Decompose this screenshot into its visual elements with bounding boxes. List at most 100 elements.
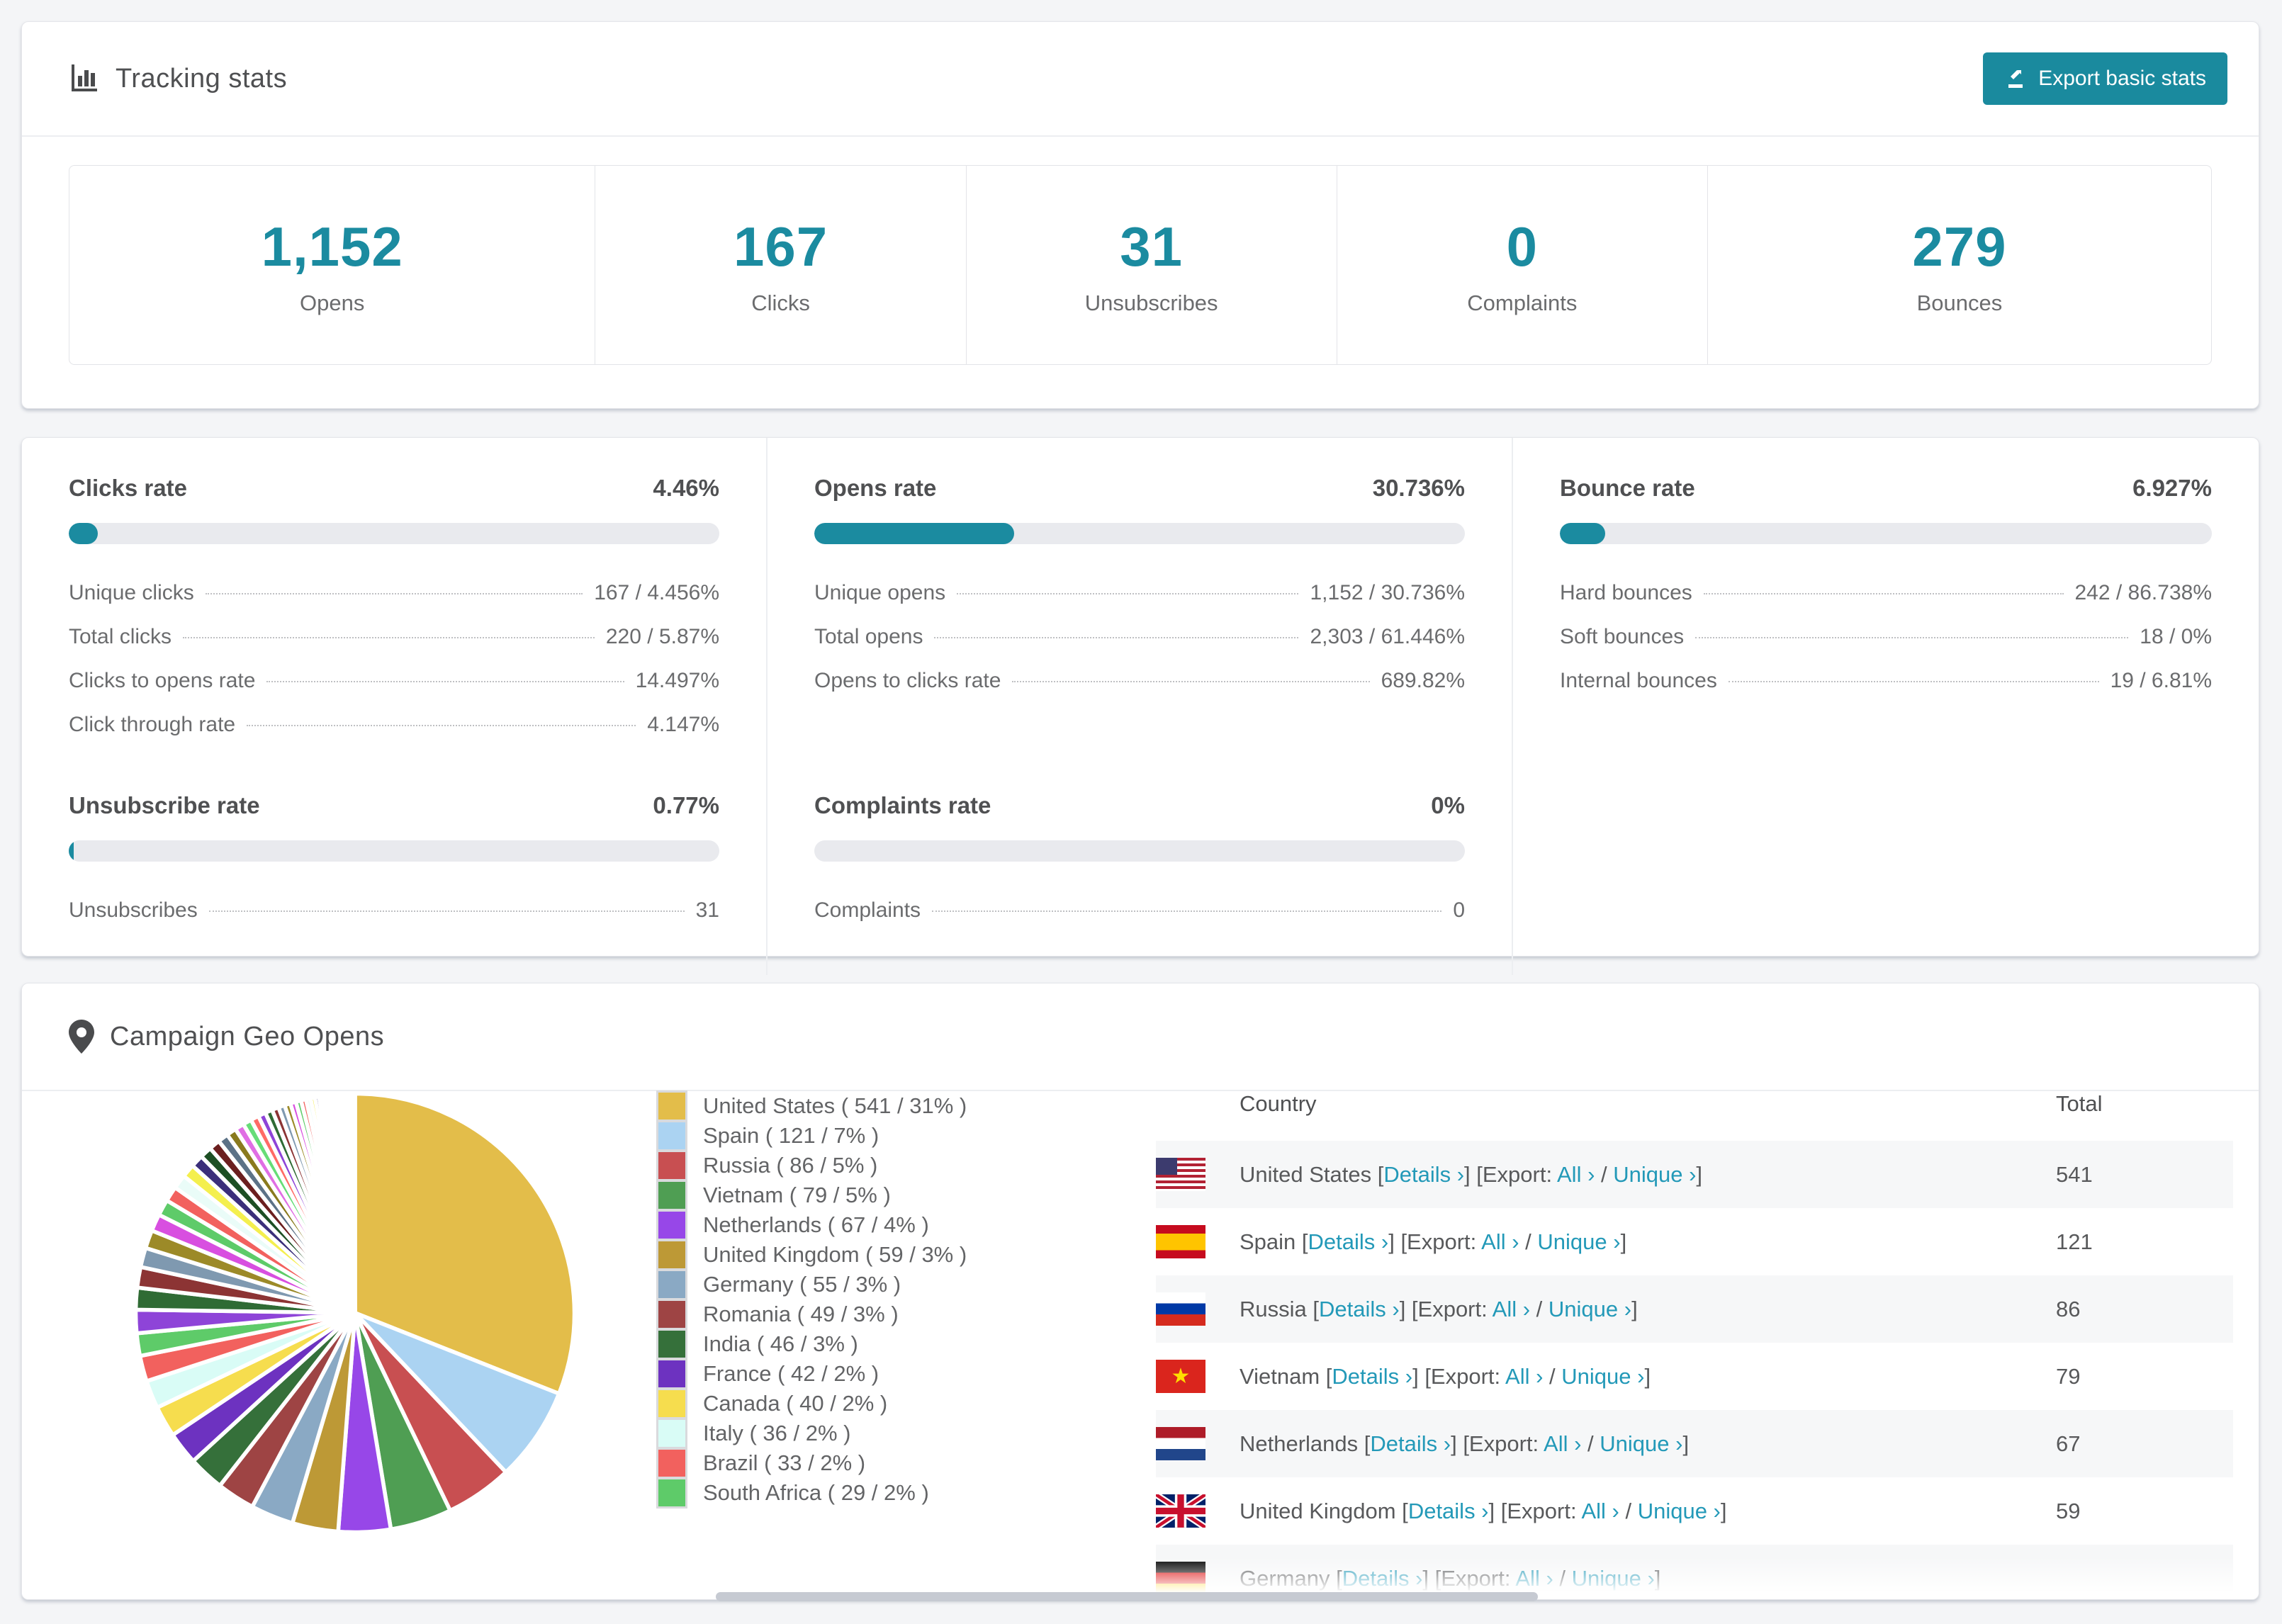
rates-card: Clicks rate 4.46% Unique clicks 167 / 4.456… bbox=[21, 437, 2259, 975]
bracket-text: ] [Export: bbox=[1399, 1296, 1493, 1321]
export-all-link[interactable]: All › bbox=[1481, 1229, 1519, 1254]
slash-text: / bbox=[1595, 1161, 1614, 1187]
bracket-text: ] bbox=[1682, 1431, 1690, 1456]
dotted-leader bbox=[932, 910, 1442, 912]
export-unique-link[interactable]: Unique › bbox=[1613, 1162, 1696, 1187]
legend-label: Vietnam ( 79 / 5% ) bbox=[703, 1183, 891, 1207]
pie-legend: United States ( 541 / 31% ) Spain ( 121 /… bbox=[656, 1090, 967, 1509]
spain-flag-icon bbox=[1156, 1225, 1205, 1258]
summary-stat-unsubscribes: 31 Unsubscribes bbox=[967, 166, 1337, 364]
stat-row-label: Click through rate bbox=[69, 713, 236, 736]
geo-table-row-nl: Netherlands [Details ›] [Export: All › /… bbox=[1156, 1410, 2233, 1477]
stat-row-label: Total clicks bbox=[69, 625, 172, 648]
stat-row-value: 220 / 5.87% bbox=[605, 625, 719, 648]
export-basic-stats-button[interactable]: Export basic stats bbox=[1983, 52, 2227, 105]
details-link[interactable]: Details › bbox=[1319, 1297, 1400, 1321]
stat-row-value: 0 bbox=[1453, 898, 1465, 922]
legend-item: Romania ( 49 / 3% ) bbox=[656, 1299, 967, 1330]
rate-section-clicks-rate: Clicks rate 4.46% Unique clicks 167 / 4.456… bbox=[22, 438, 768, 747]
geo-table-row-es: Spain [Details ›] [Export: All › / Uniqu… bbox=[1156, 1208, 2233, 1275]
export-unique-link[interactable]: Unique › bbox=[1537, 1229, 1620, 1254]
export-all-link[interactable]: All › bbox=[1581, 1499, 1619, 1523]
stat-row-label: Total opens bbox=[814, 625, 923, 648]
slash-text: / bbox=[1581, 1431, 1600, 1456]
rate-title: Opens rate bbox=[814, 475, 937, 501]
geo-title: Campaign Geo Opens bbox=[110, 1021, 385, 1051]
geo-table: Country Total United States [Details ›] … bbox=[1156, 1067, 2233, 1599]
slash-text: / bbox=[1530, 1296, 1548, 1321]
summary-stats-row: 1,152 Opens 167 Clicks 31 Unsubscribes 0 Compla… bbox=[69, 165, 2212, 365]
legend-label: France ( 42 / 2% ) bbox=[703, 1361, 879, 1386]
export-unique-link[interactable]: Unique › bbox=[1572, 1566, 1655, 1591]
progress-bar bbox=[1560, 523, 2212, 544]
map-pin-icon bbox=[69, 1020, 94, 1054]
legend-item: United States ( 541 / 31% ) bbox=[656, 1090, 967, 1122]
legend-label: Russia ( 86 / 5% ) bbox=[703, 1153, 878, 1178]
export-unique-link[interactable]: Unique › bbox=[1638, 1499, 1721, 1523]
rate-title: Bounce rate bbox=[1560, 475, 1695, 501]
export-all-link[interactable]: All › bbox=[1515, 1566, 1553, 1591]
export-all-link[interactable]: All › bbox=[1493, 1297, 1530, 1321]
legend-label: Brazil ( 33 / 2% ) bbox=[703, 1450, 866, 1475]
legend-item: India ( 46 / 3% ) bbox=[656, 1329, 967, 1360]
export-unique-link[interactable]: Unique › bbox=[1600, 1431, 1682, 1456]
dotted-leader bbox=[1703, 593, 2064, 594]
country-cell: Russia [Details ›] [Export: All › / Uniq… bbox=[1240, 1297, 2056, 1322]
legend-swatch bbox=[656, 1209, 687, 1241]
stat-row: Internal bounces 19 / 6.81% bbox=[1560, 659, 2212, 703]
total-cell: 541 bbox=[2056, 1161, 2093, 1187]
bracket-text: ] bbox=[1644, 1363, 1651, 1389]
geo-table-row-us: United States [Details ›] [Export: All ›… bbox=[1156, 1141, 2233, 1208]
stat-row: Unique opens 1,152 / 30.736% bbox=[814, 571, 1465, 615]
export-all-link[interactable]: All › bbox=[1557, 1162, 1595, 1187]
export-all-link[interactable]: All › bbox=[1544, 1431, 1581, 1456]
legend-label: Italy ( 36 / 2% ) bbox=[703, 1421, 851, 1445]
stat-label: Unsubscribes bbox=[1084, 290, 1218, 315]
stat-label: Complaints bbox=[1467, 290, 1578, 315]
stat-row-label: Clicks to opens rate bbox=[69, 669, 256, 692]
page-title: Tracking stats bbox=[116, 63, 288, 94]
details-link[interactable]: Details › bbox=[1408, 1499, 1489, 1523]
slash-text: / bbox=[1553, 1565, 1572, 1591]
legend-item: Italy ( 36 / 2% ) bbox=[656, 1418, 967, 1449]
stat-row: Hard bounces 242 / 86.738% bbox=[1560, 571, 2212, 615]
horizontal-scrollbar-thumb[interactable] bbox=[716, 1592, 1538, 1601]
export-all-link[interactable]: All › bbox=[1505, 1364, 1543, 1389]
country-name: Spain [ bbox=[1240, 1229, 1308, 1254]
bracket-text: ] bbox=[1620, 1229, 1627, 1254]
export-unique-link[interactable]: Unique › bbox=[1561, 1364, 1644, 1389]
export-icon bbox=[2004, 67, 2027, 90]
export-unique-link[interactable]: Unique › bbox=[1548, 1297, 1631, 1321]
stat-label: Clicks bbox=[751, 290, 810, 315]
dotted-leader bbox=[266, 681, 624, 682]
column-header-country: Country bbox=[1240, 1091, 1317, 1116]
slash-text: / bbox=[1619, 1498, 1638, 1523]
bracket-text: ] bbox=[1696, 1161, 1703, 1187]
legend-swatch bbox=[656, 1477, 687, 1509]
details-link[interactable]: Details › bbox=[1383, 1162, 1464, 1187]
details-link[interactable]: Details › bbox=[1370, 1431, 1451, 1456]
stat-row-label: Unsubscribes bbox=[69, 898, 198, 922]
rate-value: 0% bbox=[1431, 792, 1465, 818]
details-link[interactable]: Details › bbox=[1342, 1566, 1423, 1591]
details-link[interactable]: Details › bbox=[1308, 1229, 1389, 1254]
stat-value: 0 bbox=[1506, 215, 1538, 278]
legend-label: Spain ( 121 / 7% ) bbox=[703, 1123, 879, 1148]
rate-title: Clicks rate bbox=[69, 475, 187, 501]
bar-chart-icon bbox=[69, 63, 100, 94]
stat-row: Complaints 0 bbox=[814, 889, 1465, 932]
dotted-leader bbox=[1728, 681, 2099, 682]
stat-row-value: 31 bbox=[695, 898, 719, 922]
details-link[interactable]: Details › bbox=[1332, 1364, 1412, 1389]
progress-bar bbox=[814, 523, 1465, 544]
legend-swatch bbox=[656, 1388, 687, 1419]
slash-text: / bbox=[1543, 1363, 1562, 1389]
legend-label: Canada ( 40 / 2% ) bbox=[703, 1391, 888, 1416]
rate-title: Unsubscribe rate bbox=[69, 792, 260, 818]
column-header-total: Total bbox=[2056, 1091, 2103, 1116]
rate-section-bounce-rate: Bounce rate 6.927% Hard bounces 242 / 86.73… bbox=[1513, 438, 2259, 747]
rate-value: 30.736% bbox=[1372, 475, 1465, 501]
summary-stat-opens: 1,152 Opens bbox=[69, 166, 596, 364]
stat-row-value: 689.82% bbox=[1381, 669, 1465, 692]
stat-row-label: Opens to clicks rate bbox=[814, 669, 1001, 692]
